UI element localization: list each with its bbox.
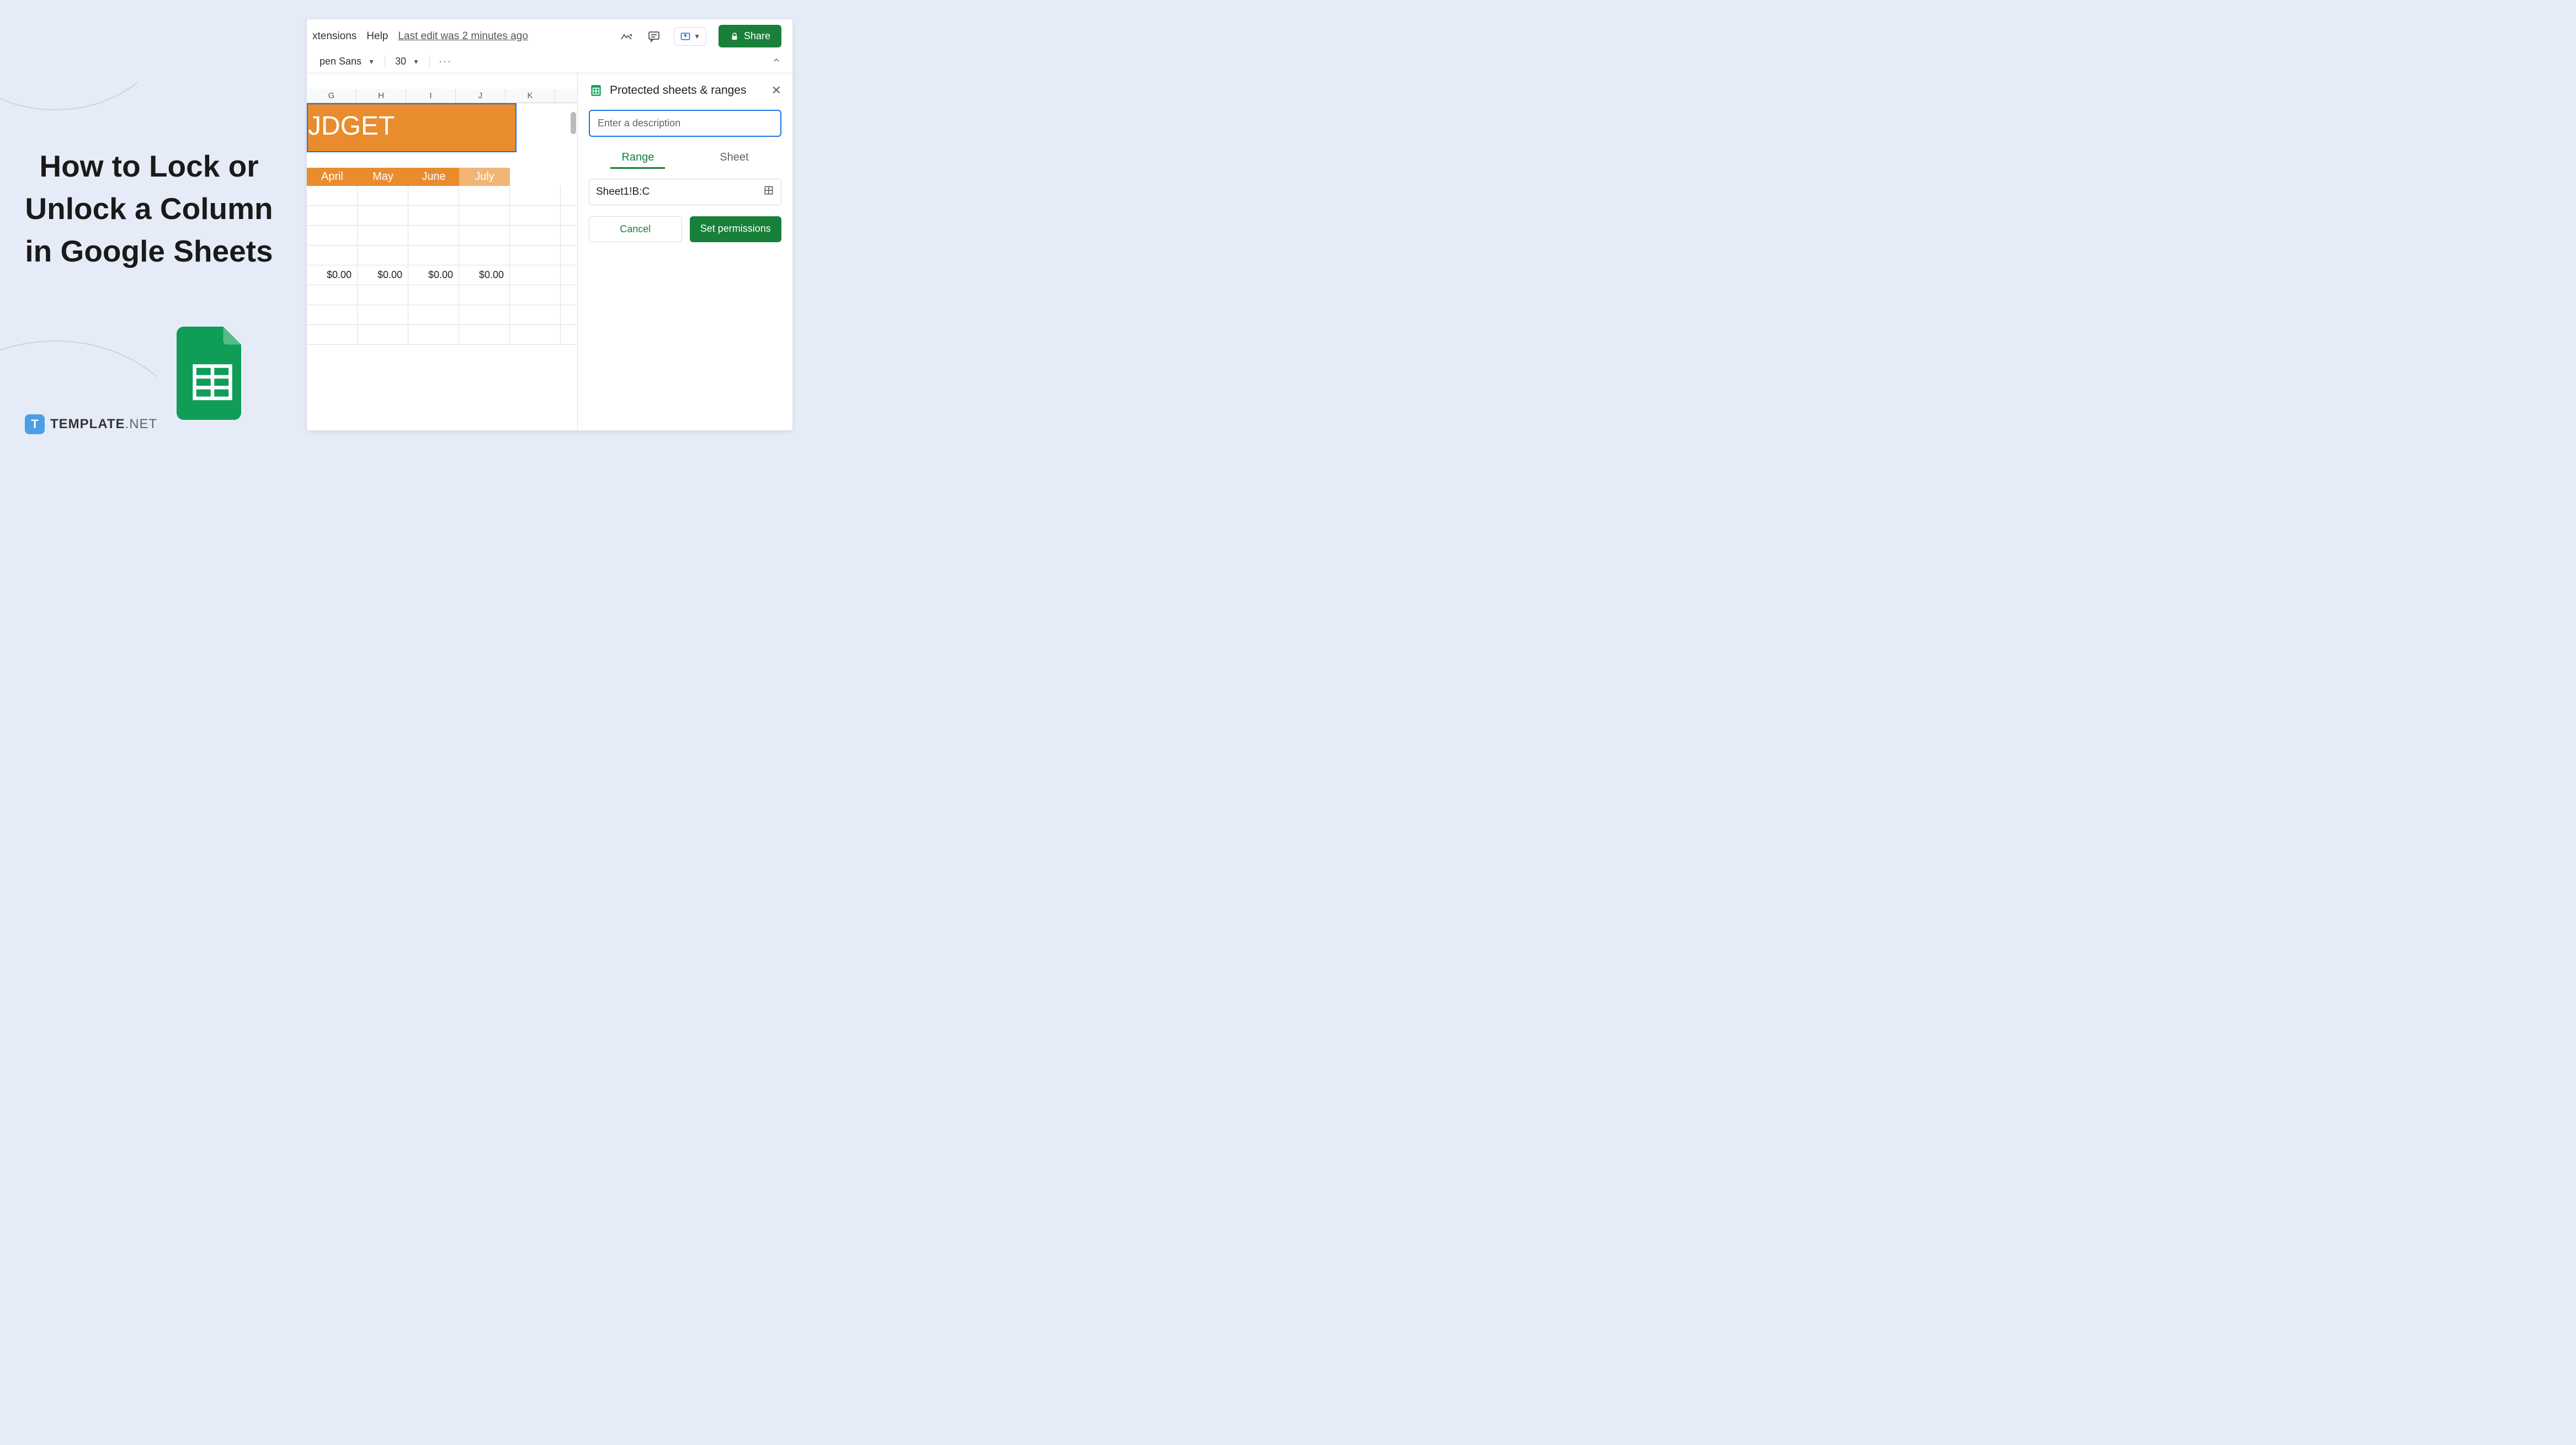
collapse-toolbar-icon[interactable] <box>772 56 781 67</box>
cell[interactable] <box>358 246 408 265</box>
cell[interactable] <box>459 226 510 245</box>
cell[interactable] <box>307 206 358 225</box>
column-header[interactable]: I <box>406 89 456 103</box>
range-input[interactable]: Sheet1!B:C <box>589 179 781 205</box>
font-size-selector[interactable]: 30 ▼ <box>391 55 424 68</box>
top-bar: xtensions Help Last edit was 2 minutes a… <box>307 19 792 50</box>
month-cell[interactable]: April <box>307 168 358 186</box>
cell[interactable] <box>358 325 408 344</box>
cell[interactable] <box>408 325 459 344</box>
cell[interactable] <box>408 226 459 245</box>
google-sheets-logo <box>177 327 248 420</box>
close-icon[interactable]: ✕ <box>771 83 781 98</box>
cell[interactable] <box>510 226 561 245</box>
cell[interactable] <box>307 186 358 205</box>
month-header-row: April May June July <box>307 168 577 186</box>
cell[interactable] <box>307 325 358 344</box>
panel-tabs: Range Sheet <box>589 148 781 169</box>
cell[interactable] <box>358 305 408 324</box>
divider <box>429 55 430 68</box>
cell[interactable] <box>307 226 358 245</box>
content-row: G H I J K JDGET April May June July $0.0… <box>307 73 792 430</box>
select-range-icon[interactable] <box>763 185 774 199</box>
cell[interactable] <box>307 246 358 265</box>
cell[interactable] <box>510 325 561 344</box>
article-title: How to Lock or Unlock a Column in Google… <box>17 145 281 273</box>
range-value: Sheet1!B:C <box>596 186 650 198</box>
cell[interactable] <box>510 305 561 324</box>
column-header[interactable]: G <box>307 89 356 103</box>
cell[interactable] <box>408 285 459 305</box>
scrollbar-thumb[interactable] <box>571 112 576 134</box>
column-header[interactable]: H <box>356 89 406 103</box>
month-cell[interactable]: June <box>408 168 459 186</box>
data-grid: $0.00 $0.00 $0.00 $0.00 <box>307 186 577 345</box>
cell[interactable] <box>510 206 561 225</box>
cell[interactable]: $0.00 <box>307 265 358 285</box>
cell[interactable] <box>459 206 510 225</box>
menu-extensions[interactable]: xtensions <box>312 30 356 42</box>
cell[interactable] <box>510 246 561 265</box>
cell[interactable] <box>459 305 510 324</box>
cell[interactable]: $0.00 <box>358 265 408 285</box>
more-options-icon[interactable]: ··· <box>435 56 455 67</box>
spreadsheet-area[interactable]: G H I J K JDGET April May June July $0.0… <box>307 73 577 430</box>
cell[interactable] <box>510 265 561 285</box>
google-sheets-window: xtensions Help Last edit was 2 minutes a… <box>307 19 792 430</box>
brand-logo: T TEMPLATE.NET <box>25 414 157 434</box>
month-cell[interactable]: July <box>459 168 510 186</box>
description-input[interactable]: Enter a description <box>589 110 781 137</box>
cell[interactable] <box>510 285 561 305</box>
cell[interactable] <box>358 226 408 245</box>
present-button[interactable]: ▼ <box>674 27 706 46</box>
tab-range[interactable]: Range <box>610 148 665 169</box>
dropdown-caret-icon: ▼ <box>413 58 419 66</box>
dropdown-caret-icon: ▼ <box>694 33 700 40</box>
font-selector[interactable]: pen Sans ▼ <box>315 55 379 68</box>
left-title-panel: How to Lock or Unlock a Column in Google… <box>0 0 298 451</box>
toolbar: pen Sans ▼ 30 ▼ ··· <box>307 50 792 73</box>
cell[interactable] <box>459 246 510 265</box>
last-edit-link[interactable]: Last edit was 2 minutes ago <box>398 30 528 42</box>
lock-icon <box>730 31 739 41</box>
share-button[interactable]: Share <box>718 25 781 47</box>
activity-icon[interactable] <box>619 29 634 44</box>
set-permissions-button[interactable]: Set permissions <box>690 216 782 242</box>
cell[interactable] <box>459 285 510 305</box>
cell[interactable] <box>307 285 358 305</box>
panel-title: Protected sheets & ranges <box>610 84 765 97</box>
cell[interactable] <box>307 305 358 324</box>
column-header[interactable]: K <box>505 89 555 103</box>
protected-ranges-panel: Protected sheets & ranges ✕ Enter a desc… <box>577 73 792 430</box>
cell[interactable] <box>510 186 561 205</box>
top-actions: ▼ Share <box>619 25 781 47</box>
cell[interactable] <box>459 186 510 205</box>
cell[interactable] <box>408 186 459 205</box>
cancel-button[interactable]: Cancel <box>589 216 682 242</box>
cell[interactable] <box>408 305 459 324</box>
share-label: Share <box>744 30 770 42</box>
comments-icon[interactable] <box>646 29 662 44</box>
sheet-title-banner[interactable]: JDGET <box>307 103 517 152</box>
panel-header: Protected sheets & ranges ✕ <box>589 83 781 98</box>
panel-buttons: Cancel Set permissions <box>589 216 781 242</box>
sheets-icon <box>589 83 603 98</box>
menu-bar: xtensions Help Last edit was 2 minutes a… <box>312 30 528 42</box>
cell[interactable]: $0.00 <box>408 265 459 285</box>
cell[interactable] <box>358 186 408 205</box>
column-headers: G H I J K <box>307 89 577 103</box>
menu-help[interactable]: Help <box>366 30 388 42</box>
brand-text: TEMPLATE.NET <box>50 417 157 432</box>
month-cell[interactable]: May <box>358 168 408 186</box>
brand-icon: T <box>25 414 45 434</box>
tab-sheet[interactable]: Sheet <box>709 148 759 169</box>
cell[interactable] <box>358 285 408 305</box>
column-header[interactable]: J <box>456 89 505 103</box>
cell[interactable] <box>408 246 459 265</box>
cell[interactable] <box>408 206 459 225</box>
cell[interactable] <box>358 206 408 225</box>
cell[interactable] <box>459 325 510 344</box>
cell[interactable]: $0.00 <box>459 265 510 285</box>
dropdown-caret-icon: ▼ <box>368 58 375 66</box>
